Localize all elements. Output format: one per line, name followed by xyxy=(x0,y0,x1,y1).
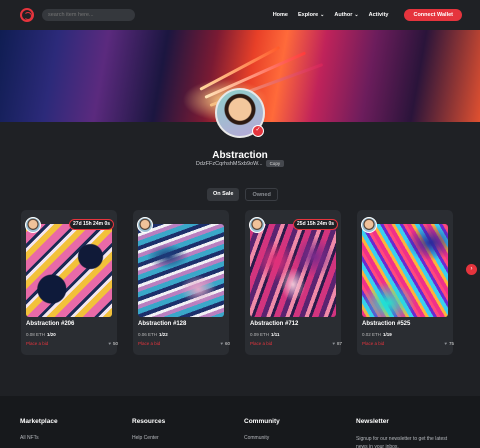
nav-explore-label: Explore xyxy=(297,12,319,18)
nft-price-value: 0.08 ETH xyxy=(26,332,46,337)
nft-image[interactable] xyxy=(250,224,336,317)
footer-col-community: Community Community xyxy=(244,418,280,441)
wallet-address: DdzFFzCqrhshMSxb9oW... xyxy=(195,160,263,167)
chevron-down-icon: ⌄ xyxy=(354,12,359,18)
nft-likes-count: 75 xyxy=(448,341,454,346)
verified-icon: ✓ xyxy=(252,125,264,137)
heart-icon: ♥ xyxy=(444,341,447,346)
nav-author-label: Author xyxy=(334,12,353,18)
copy-button[interactable]: Copy xyxy=(265,160,285,167)
nav-home[interactable]: Home xyxy=(273,12,288,18)
nft-title[interactable]: Abstraction #128 xyxy=(138,321,186,327)
auction-timer: 27d 15h 24m 0s xyxy=(69,219,114,230)
nft-image[interactable] xyxy=(26,224,112,317)
creator-avatar[interactable] xyxy=(249,217,265,233)
auction-timer: 25d 15h 24m 0s xyxy=(293,219,338,230)
nft-edition: 1/20 xyxy=(47,332,56,337)
nav-activity-label: Activity xyxy=(368,12,389,18)
place-bid-link[interactable]: Place a bid xyxy=(138,341,160,346)
nft-title[interactable]: Abstraction #712 xyxy=(250,321,298,327)
nav-author[interactable]: Author ⌄ xyxy=(334,12,358,18)
nft-title[interactable]: Abstraction #525 xyxy=(362,321,410,327)
footer-heading: Resources xyxy=(132,418,166,425)
nft-likes[interactable]: ♥ 60 xyxy=(220,341,230,346)
footer-col-resources: Resources Help Center xyxy=(132,418,165,441)
tab-owned[interactable]: Owned xyxy=(245,188,278,201)
footer-link-help-center[interactable]: Help Center xyxy=(132,435,165,441)
footer-heading: Marketplace xyxy=(20,418,58,425)
creator-avatar[interactable] xyxy=(137,217,153,233)
heart-icon: ♥ xyxy=(332,341,335,346)
nft-image[interactable] xyxy=(362,224,448,317)
tab-on-sale[interactable]: On Sale xyxy=(207,188,240,201)
nft-price: 0.02 ETH 1/19 xyxy=(362,332,392,337)
nft-edition: 1/11 xyxy=(271,332,280,337)
footer-heading: Community xyxy=(244,418,280,425)
nft-edition: 1/19 xyxy=(383,332,392,337)
wallet-row: DdzFFzCqrhshMSxb9oW... Copy xyxy=(0,160,480,167)
nft-likes[interactable]: ♥ 75 xyxy=(444,341,454,346)
nft-price-value: 0.06 ETH xyxy=(138,332,158,337)
connect-wallet-button[interactable]: Connect Wallet xyxy=(404,9,462,21)
place-bid-link[interactable]: Place a bid xyxy=(26,341,48,346)
creator-avatar[interactable] xyxy=(361,217,377,233)
main-nav: Home Explore ⌄ Author ⌄ Activity Connect W… xyxy=(273,9,462,21)
nft-title[interactable]: Abstraction #206 xyxy=(26,321,74,327)
nft-price-value: 0.09 ETH xyxy=(250,332,270,337)
chevron-down-icon: ⌄ xyxy=(320,12,325,18)
place-bid-link[interactable]: Place a bid xyxy=(362,341,384,346)
nft-price: 0.08 ETH 1/20 xyxy=(26,332,56,337)
nav-activity[interactable]: Activity xyxy=(369,12,389,18)
chevron-right-icon[interactable]: › xyxy=(466,264,477,275)
nft-price-value: 0.02 ETH xyxy=(362,332,382,337)
footer-heading: Newsletter xyxy=(356,418,389,425)
nft-likes-count: 50 xyxy=(112,341,118,346)
nft-price: 0.06 ETH 1/22 xyxy=(138,332,168,337)
nft-image[interactable] xyxy=(138,224,224,317)
creator-avatar[interactable] xyxy=(25,217,41,233)
footer-col-newsletter: Newsletter Signup for our newsletter to … xyxy=(356,418,450,448)
search-input[interactable] xyxy=(42,9,135,21)
newsletter-text: Signup for our newsletter to get the lat… xyxy=(356,436,448,448)
nft-likes-count: 60 xyxy=(224,341,230,346)
site-footer: Marketplace All NFTs Resources Help Cent… xyxy=(0,396,480,448)
profile-tabs: On Sale Owned xyxy=(207,188,278,201)
footer-link-community[interactable]: Community xyxy=(244,435,280,441)
nav-home-label: Home xyxy=(272,12,288,18)
heart-icon: ♥ xyxy=(220,341,223,346)
nft-edition: 1/22 xyxy=(159,332,168,337)
nav-explore[interactable]: Explore ⌄ xyxy=(298,12,324,18)
nft-likes-count: 87 xyxy=(336,341,342,346)
place-bid-link[interactable]: Place a bid xyxy=(250,341,272,346)
heart-icon: ♥ xyxy=(108,341,111,346)
footer-link-all-nfts[interactable]: All NFTs xyxy=(20,435,58,441)
nft-price: 0.09 ETH 1/11 xyxy=(250,332,280,337)
footer-col-marketplace: Marketplace All NFTs xyxy=(20,418,58,441)
site-header: Home Explore⌄ Author⌄ Activity Connect W… xyxy=(0,0,480,30)
nft-likes[interactable]: ♥ 50 xyxy=(108,341,118,346)
logo-icon[interactable] xyxy=(20,8,34,22)
nft-likes[interactable]: ♥ 87 xyxy=(332,341,342,346)
